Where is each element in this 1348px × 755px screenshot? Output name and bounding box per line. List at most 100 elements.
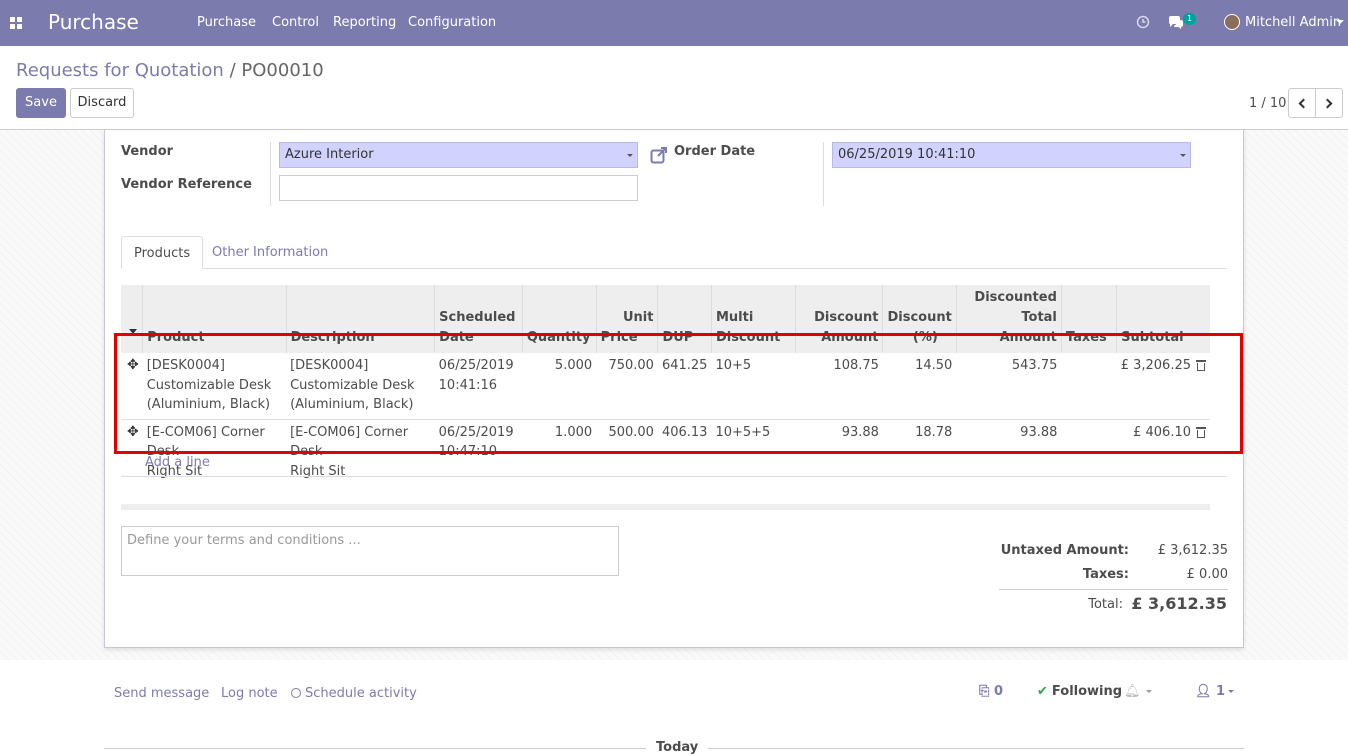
sort-caret-header[interactable] [121, 285, 143, 353]
breadcrumb-parent[interactable]: Requests for Quotation [16, 60, 224, 81]
following-label: Following [1051, 684, 1123, 699]
table-row[interactable]: ✥ [E-COM06] Corner Desk Right Sit [E-COM0… [121, 419, 1210, 484]
cell-discount-amount[interactable]: 93.88 [796, 419, 883, 484]
cell-dup[interactable]: 406.13 [658, 419, 712, 484]
apps-menu-icon[interactable] [10, 17, 22, 29]
pager-previous-button[interactable] [1288, 88, 1316, 118]
label-separator [270, 142, 271, 206]
trash-icon[interactable] [1196, 360, 1206, 371]
header-subtotal[interactable]: Subtotal [1116, 285, 1210, 353]
log-note-button[interactable]: Log note [221, 686, 278, 701]
header-product[interactable]: Product [142, 285, 287, 353]
user-menu-caret-icon[interactable] [1336, 20, 1344, 24]
cell-discounted-total[interactable]: 93.88 [956, 419, 1061, 484]
cell-quantity[interactable]: 5.000 [522, 353, 597, 420]
external-link-icon[interactable] [650, 146, 668, 164]
send-message-button[interactable]: Send message [114, 686, 209, 701]
clock-icon [291, 688, 301, 698]
cell-multi-discount[interactable]: 10+5+5 [711, 419, 795, 484]
cell-multi-discount[interactable]: 10+5 [711, 353, 796, 420]
cell-unit-price[interactable]: 750.00 [596, 353, 658, 420]
pager-value[interactable]: 1 / 10 [1249, 96, 1286, 111]
cell-text: 06/25/2019 [438, 424, 514, 440]
table-footer-bar [121, 504, 1210, 510]
header-text: Multi [715, 310, 754, 325]
move-icon: ✥ [127, 357, 139, 373]
add-a-line-link[interactable]: Add a line [145, 455, 210, 470]
attachments-button[interactable]: ⎘ 0 [979, 684, 1003, 699]
untaxed-amount-value: £ 3,612.35 [1157, 543, 1228, 558]
vendor-reference-input[interactable] [279, 175, 638, 201]
header-taxes[interactable]: Taxes [1060, 285, 1117, 353]
drag-handle[interactable]: ✥ [121, 419, 143, 484]
attachments-count: 0 [993, 684, 1003, 699]
cell-unit-price[interactable]: 500.00 [596, 419, 658, 484]
menu-control[interactable]: Control [272, 15, 319, 30]
menu-purchase[interactable]: Purchase [197, 15, 256, 30]
schedule-activity-button[interactable]: Schedule activity [291, 686, 417, 701]
activity-clock-icon[interactable] [1136, 15, 1150, 29]
cell-product[interactable]: [E-COM06] Corner Desk Right Sit [143, 419, 286, 484]
discard-button[interactable]: Discard [70, 88, 134, 118]
cell-dup[interactable]: 641.25 [657, 353, 712, 420]
pager-next-button[interactable] [1315, 88, 1343, 118]
vendor-select[interactable]: Azure Interior [279, 142, 638, 168]
table-header-row: Product Description Scheduled Date Quanti… [121, 285, 1210, 353]
header-text: Date [439, 330, 474, 345]
header-text: Discount [887, 310, 952, 325]
table-row[interactable]: ✥ [DESK0004] Customizable Desk (Aluminium,… [121, 353, 1210, 420]
cell-scheduled-date[interactable]: 06/25/2019 10:47:10 [435, 419, 523, 484]
cell-scheduled-date[interactable]: 06/25/2019 10:41:16 [434, 353, 523, 420]
menu-reporting[interactable]: Reporting [333, 15, 396, 30]
breadcrumb-separator: / [229, 60, 236, 81]
header-dup[interactable]: DUP [657, 285, 712, 353]
cell-description[interactable]: [DESK0004] Customizable Desk (Aluminium, B… [286, 353, 435, 420]
top-navbar: Purchase Purchase Control Reporting Conf… [0, 0, 1348, 46]
drag-handle[interactable]: ✥ [121, 353, 143, 420]
header-multi-discount[interactable]: Multi Discount [710, 285, 796, 353]
cell-discount-percent[interactable]: 18.78 [883, 419, 956, 484]
save-button[interactable]: Save [16, 88, 66, 118]
cell-discount-amount[interactable]: 108.75 [795, 353, 883, 420]
cell-product[interactable]: [DESK0004] Customizable Desk (Aluminium, B… [142, 353, 287, 420]
move-icon: ✥ [127, 423, 139, 440]
user-avatar[interactable] [1224, 14, 1240, 30]
user-menu[interactable]: Mitchell Admin [1245, 15, 1341, 30]
tab-other-information[interactable]: Other Information [200, 236, 340, 269]
header-text: Amount [821, 330, 879, 345]
tab-products[interactable]: Products [121, 236, 204, 269]
following-button[interactable]: ✔ Following [1037, 684, 1122, 699]
caret-down-icon[interactable] [1146, 690, 1152, 693]
menu-configuration[interactable]: Configuration [408, 15, 496, 30]
cell-description[interactable]: [E-COM06] Corner Desk Right Sit [286, 419, 435, 484]
header-discount-percent[interactable]: Discount (%) [882, 285, 957, 353]
cell-text: [DESK0004] [290, 358, 369, 373]
trash-icon[interactable] [1196, 426, 1206, 438]
header-text: Discount [814, 310, 879, 325]
cell-taxes[interactable] [1061, 419, 1116, 484]
cell-discount-percent[interactable]: 14.50 [882, 353, 957, 420]
cell-taxes[interactable] [1061, 353, 1117, 420]
header-description[interactable]: Description [285, 285, 435, 353]
terms-and-conditions-input[interactable]: Define your terms and conditions ... [121, 526, 619, 576]
cell-quantity[interactable]: 1.000 [522, 419, 596, 484]
header-unit-price[interactable]: Unit Price [595, 285, 658, 353]
total-label: Total: [1088, 597, 1123, 612]
header-discount-amount[interactable]: Discount Amount [795, 285, 883, 353]
cell-text: 10:47:10 [438, 444, 498, 459]
cell-text: [E-COM06] Corner Desk [146, 424, 265, 460]
vendor-label: Vendor [121, 144, 174, 159]
caret-down-icon[interactable] [1228, 690, 1234, 693]
cell-discounted-total[interactable]: 543.75 [956, 353, 1062, 420]
bell-icon[interactable]: 🔔︎ [1124, 684, 1141, 699]
messages-icon[interactable] [1168, 16, 1184, 30]
header-discounted-total[interactable]: Discounted Total Amount [955, 285, 1062, 353]
cell-text: Customizable Desk [290, 377, 415, 393]
header-scheduled-date[interactable]: Scheduled Date [434, 285, 523, 353]
order-date-input[interactable]: 06/25/2019 10:41:10 [832, 142, 1191, 168]
followers-button[interactable]: 👤︎ 1 [1195, 684, 1225, 699]
header-description-label: Description [290, 330, 375, 345]
total-value: £ 3,612.35 [1131, 594, 1227, 613]
header-quantity[interactable]: Quantity [521, 285, 597, 353]
header-text: Total Amount [999, 310, 1057, 345]
